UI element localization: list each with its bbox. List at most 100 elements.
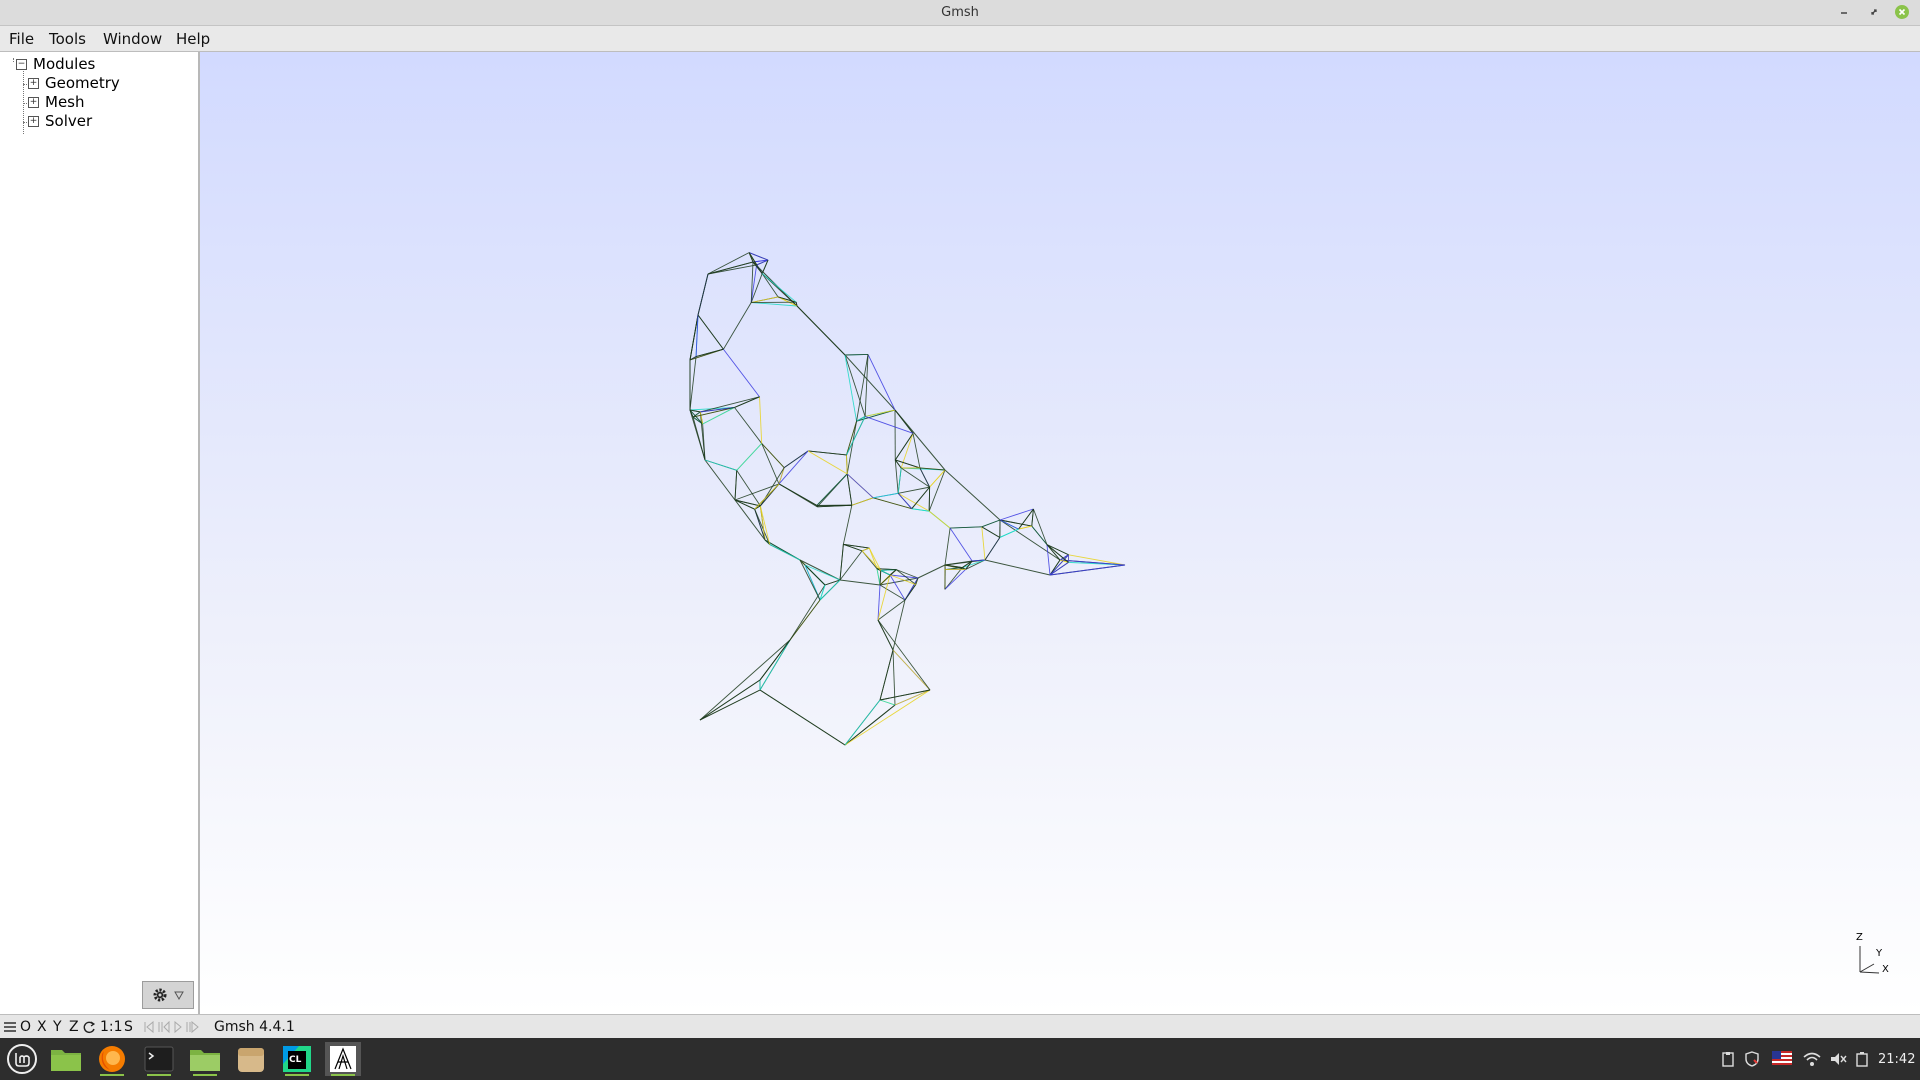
shield-icon[interactable] [1744, 1051, 1760, 1067]
mesh-edge [892, 649, 931, 691]
close-icon [1895, 5, 1909, 19]
graphics-viewport[interactable]: Z Y X [200, 52, 1920, 1014]
clipboard-icon[interactable] [1720, 1051, 1736, 1067]
mesh-edge [759, 639, 791, 691]
tree-item-geometry[interactable]: + Geometry [28, 74, 120, 92]
mesh-edge [981, 526, 986, 561]
view-button-x[interactable]: X [37, 1019, 47, 1035]
mesh-edge [928, 469, 946, 512]
running-indicator [331, 1074, 355, 1076]
firefox-icon [99, 1046, 125, 1072]
menu-help[interactable]: Help [176, 30, 210, 48]
taskbar-folder[interactable] [187, 1042, 223, 1076]
mesh-edge [880, 570, 891, 576]
status-message: Gmsh 4.4.1 [214, 1019, 295, 1035]
title-bar: Gmsh [0, 0, 1920, 26]
mesh-edge [984, 537, 1001, 561]
mesh-edge [897, 492, 930, 512]
scale-1-1-button[interactable]: 1:1 [100, 1019, 123, 1035]
mesh-edge [949, 527, 973, 562]
tree-item-mesh[interactable]: + Mesh [28, 93, 85, 111]
expand-icon[interactable]: + [28, 77, 39, 89]
view-button-y[interactable]: Y [53, 1019, 62, 1035]
view-button-o[interactable]: O [20, 1019, 31, 1035]
mesh-edge [778, 483, 818, 506]
wifi-icon[interactable] [1803, 1051, 1821, 1067]
expand-icon[interactable]: + [28, 115, 39, 127]
rotate-icon[interactable] [83, 1021, 96, 1034]
taskbar-firefox[interactable] [94, 1042, 130, 1076]
mesh-edge [754, 509, 766, 541]
close-button[interactable] [1894, 4, 1910, 20]
mesh-edge [839, 544, 844, 581]
mesh-edge [877, 619, 894, 651]
mesh-edge [704, 459, 736, 501]
tree-label: Mesh [45, 93, 85, 111]
mesh-edge [723, 302, 752, 350]
mesh-edge [999, 508, 1034, 521]
mesh-edge [759, 396, 763, 444]
taskbar-clock[interactable]: 21:42 [1878, 1052, 1915, 1067]
linux-mint-icon [7, 1044, 37, 1074]
taskbar-files[interactable] [48, 1042, 84, 1076]
mesh-edge [868, 547, 882, 571]
tree-label: Solver [45, 112, 93, 130]
expand-icon[interactable]: + [28, 96, 39, 108]
menu-tools[interactable]: Tools [49, 30, 86, 48]
mesh-edge [846, 473, 874, 499]
view-button-z[interactable]: Z [69, 1019, 79, 1035]
mesh-edge [879, 570, 882, 586]
running-indicator [100, 1074, 124, 1076]
menu-file[interactable]: File [9, 30, 34, 48]
volume-muted-icon[interactable] [1829, 1051, 1847, 1067]
status-bar: O X Y Z 1:1 S Gmsh 4.4.1 [0, 1014, 1920, 1039]
s-button[interactable]: S [124, 1019, 133, 1035]
maximize-button[interactable] [1866, 4, 1882, 20]
mesh-edge [928, 510, 951, 529]
menu-window[interactable]: Window [103, 30, 162, 48]
taskbar-terminal[interactable] [141, 1042, 177, 1076]
mesh-edge [704, 459, 737, 471]
mesh-edge [697, 273, 709, 316]
mesh-edge [864, 416, 914, 434]
tree-item-solver[interactable]: + Solver [28, 112, 92, 130]
archive-icon [238, 1048, 264, 1072]
gear-icon [153, 988, 167, 1002]
mesh-edge [900, 467, 930, 488]
mesh-edge [842, 505, 853, 545]
mesh-edge [697, 314, 724, 350]
mesh-edge [759, 599, 821, 681]
bird-mesh [689, 252, 1126, 746]
animation-controls-icon[interactable] [143, 1021, 205, 1034]
minimize-icon [1841, 12, 1847, 14]
tree-item-modules[interactable]: − Modules [16, 55, 95, 73]
mesh-edge [789, 584, 826, 641]
axis-label-z: Z [1856, 932, 1863, 943]
taskbar-clion[interactable]: CL [279, 1042, 315, 1076]
collapse-icon[interactable]: − [16, 58, 27, 70]
taskbar-archive[interactable] [233, 1042, 269, 1076]
mesh-edge [873, 492, 899, 499]
us-flag-icon[interactable] [1772, 1051, 1792, 1065]
mesh-edge [846, 454, 848, 474]
mesh-edge [894, 459, 899, 494]
mesh-edge [699, 689, 761, 721]
hamburger-icon[interactable] [4, 1022, 16, 1033]
mesh-edge [769, 544, 801, 561]
mesh-edge [796, 305, 846, 356]
tree-connector [13, 58, 14, 62]
mesh-edge [851, 497, 874, 506]
svg-text:CL: CL [289, 1055, 302, 1065]
tree-label: Modules [33, 55, 96, 73]
mesh-edge [999, 528, 1019, 538]
mesh-edge [734, 470, 738, 501]
battery-icon[interactable] [1855, 1051, 1869, 1067]
mesh-edge [1032, 508, 1048, 545]
mesh-edge [876, 568, 881, 586]
mesh-edge [877, 619, 931, 691]
minimize-button[interactable] [1836, 4, 1852, 20]
taskbar-gmsh[interactable] [325, 1042, 361, 1076]
mint-menu-button[interactable] [4, 1042, 40, 1076]
mesh-edge [844, 354, 869, 356]
options-button[interactable] [142, 981, 194, 1009]
